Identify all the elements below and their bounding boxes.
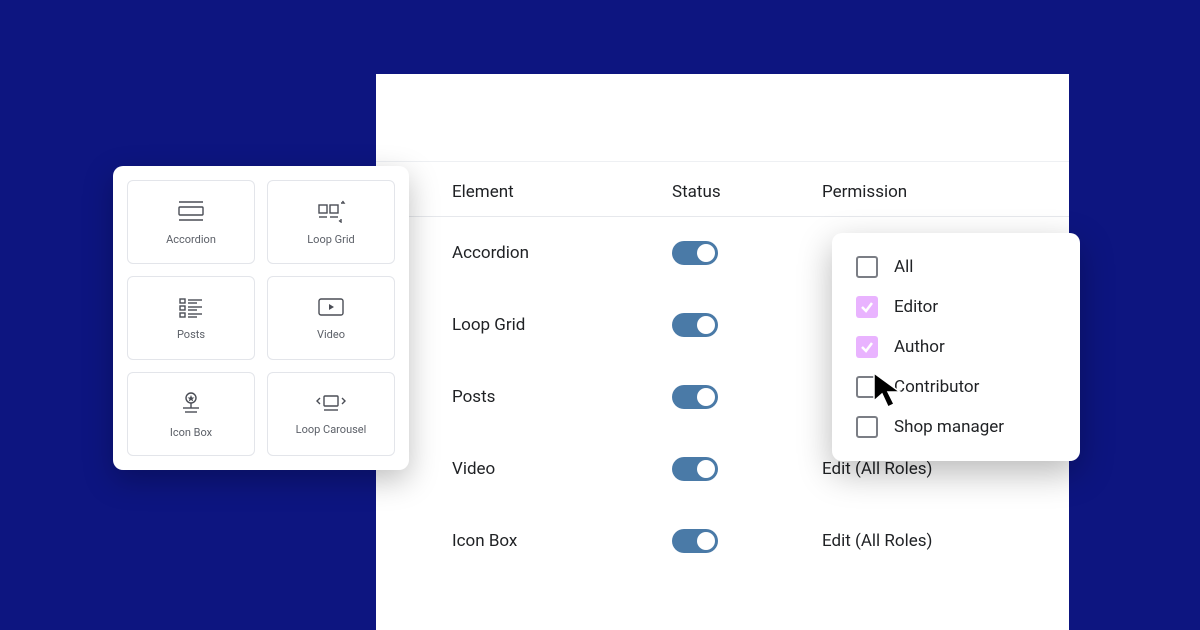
permission-option-label: Author xyxy=(894,337,945,357)
widget-item-loop-grid[interactable]: Loop Grid xyxy=(267,180,395,264)
widget-library-card: Accordion Loop Grid Posts Video xyxy=(113,166,409,470)
cell-element: Posts xyxy=(452,387,672,407)
widget-item-posts[interactable]: Posts xyxy=(127,276,255,360)
widget-label: Posts xyxy=(177,328,205,341)
column-header-permission: Permission xyxy=(822,182,1029,202)
panel-toolbar-spacer xyxy=(376,74,1069,162)
column-header-status: Status xyxy=(672,182,822,202)
checkbox[interactable] xyxy=(856,416,878,438)
loop-carousel-icon xyxy=(314,393,348,413)
status-toggle[interactable] xyxy=(672,457,718,481)
cell-element: Loop Grid xyxy=(452,315,672,335)
cell-element: Accordion xyxy=(452,243,672,263)
status-toggle[interactable] xyxy=(672,241,718,265)
checkbox[interactable] xyxy=(856,256,878,278)
posts-icon xyxy=(177,296,205,318)
status-toggle[interactable] xyxy=(672,385,718,409)
permission-option-author[interactable]: Author xyxy=(832,327,1080,367)
cell-status xyxy=(672,385,822,409)
widget-label: Loop Grid xyxy=(307,233,354,246)
permission-option-label: Contributor xyxy=(894,377,979,397)
table-header: Element Status Permission xyxy=(376,162,1069,217)
cell-status xyxy=(672,313,822,337)
video-icon xyxy=(316,296,346,318)
widget-item-icon-box[interactable]: Icon Box xyxy=(127,372,255,456)
permission-option-label: Shop manager xyxy=(894,417,1004,437)
status-toggle[interactable] xyxy=(672,313,718,337)
permission-option-all[interactable]: All xyxy=(832,247,1080,287)
permission-option-label: All xyxy=(894,257,913,277)
table-row: Icon Box Edit (All Roles) xyxy=(452,505,1029,577)
accordion-icon xyxy=(176,199,206,223)
cell-permission[interactable]: Edit (All Roles) xyxy=(822,531,1029,551)
widget-item-video[interactable]: Video xyxy=(267,276,395,360)
widget-label: Video xyxy=(317,328,345,341)
cell-permission[interactable]: Edit (All Roles) xyxy=(822,459,1029,479)
cell-status xyxy=(672,241,822,265)
cell-status xyxy=(672,457,822,481)
permission-option-shop-manager[interactable]: Shop manager xyxy=(832,407,1080,447)
widget-item-accordion[interactable]: Accordion xyxy=(127,180,255,264)
icon-box-icon xyxy=(178,390,204,416)
widget-item-loop-carousel[interactable]: Loop Carousel xyxy=(267,372,395,456)
cell-status xyxy=(672,529,822,553)
checkbox-checked[interactable] xyxy=(856,296,878,318)
column-header-element: Element xyxy=(452,182,672,202)
widget-label: Loop Carousel xyxy=(296,423,367,436)
status-toggle[interactable] xyxy=(672,529,718,553)
widget-label: Icon Box xyxy=(170,426,212,439)
cell-element: Icon Box xyxy=(452,531,672,551)
widget-label: Accordion xyxy=(166,233,216,246)
checkbox-checked[interactable] xyxy=(856,336,878,358)
permission-option-editor[interactable]: Editor xyxy=(832,287,1080,327)
permission-option-label: Editor xyxy=(894,297,938,317)
checkbox[interactable] xyxy=(856,376,878,398)
loop-grid-icon xyxy=(315,199,347,223)
permission-dropdown: All Editor Author Contributor Shop manag… xyxy=(832,233,1080,461)
cell-element: Video xyxy=(452,459,672,479)
permission-option-contributor[interactable]: Contributor xyxy=(832,367,1080,407)
